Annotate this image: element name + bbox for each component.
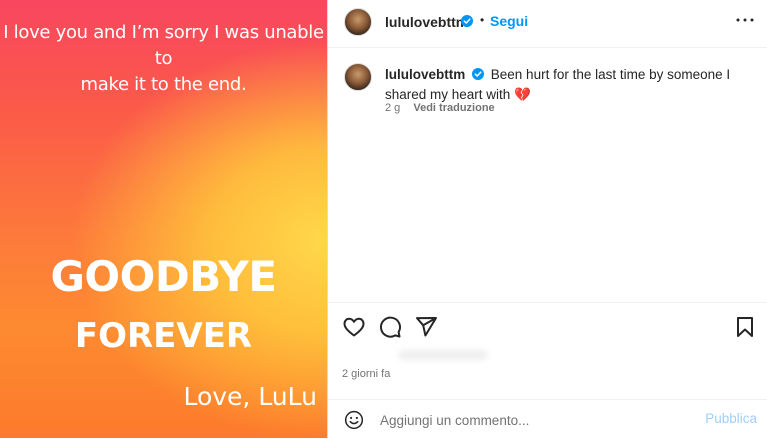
caption-avatar[interactable]	[344, 63, 372, 91]
comment-bar: Pubblica	[328, 399, 767, 439]
see-translation-button[interactable]: Vedi traduzione	[413, 102, 494, 114]
avatar[interactable]	[344, 8, 372, 36]
caption-username[interactable]: lululovebttm	[385, 67, 465, 82]
caption-meta: 2 g Vedi traduzione	[385, 102, 495, 114]
caption-verified-badge-icon	[472, 68, 485, 81]
header-separator: •	[480, 13, 485, 27]
story-signature: Love, LuLu	[183, 382, 317, 411]
comment-icon[interactable]	[378, 315, 402, 339]
caption-text: lululovebttm Been hurt for the last time…	[385, 65, 745, 105]
heart-icon[interactable]	[342, 315, 366, 339]
caption-age[interactable]: 2 g	[385, 102, 400, 114]
post-viewer: I love you and I’m sorry I was unable to…	[0, 0, 767, 438]
more-options-icon[interactable]	[733, 8, 757, 32]
header-username[interactable]: lululovebttm	[385, 14, 468, 30]
story-message-line-1: I love you and I’m sorry I was unable to	[3, 22, 324, 69]
post-panel: lululovebttm • Segui lululovebttm Been h…	[327, 0, 767, 438]
comment-input[interactable]	[378, 408, 682, 432]
post-header: lululovebttm • Segui	[328, 0, 767, 48]
bookmark-icon[interactable]	[733, 315, 757, 339]
likes-count-blurred	[398, 350, 488, 360]
story-message-line-2: make it to the end.	[80, 74, 247, 95]
story-headline-forever: FOREVER	[74, 316, 253, 356]
post-time-ago[interactable]: 2 giorni fa	[342, 368, 390, 380]
share-icon[interactable]	[414, 315, 438, 339]
story-message: I love you and I’m sorry I was unable to…	[0, 20, 327, 98]
publish-button[interactable]: Pubblica	[705, 411, 757, 426]
verified-badge-icon	[461, 15, 473, 27]
story-image[interactable]: I love you and I’m sorry I was unable to…	[0, 0, 327, 438]
story-headline-goodbye: GOODBYE	[50, 252, 277, 301]
emoji-icon[interactable]	[344, 410, 364, 430]
action-bar	[328, 302, 767, 353]
follow-button[interactable]: Segui	[490, 13, 528, 29]
